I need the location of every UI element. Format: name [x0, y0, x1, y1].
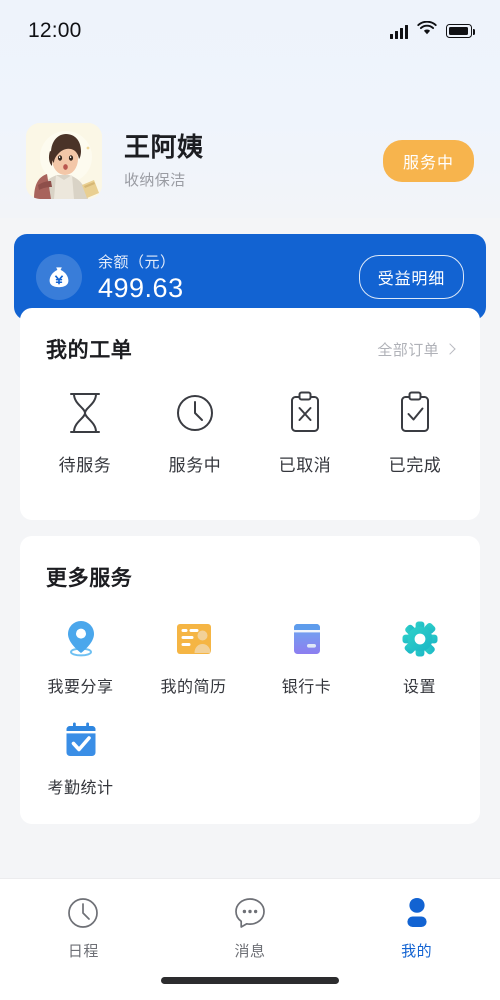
all-orders-link[interactable]: 全部订单	[377, 339, 456, 360]
service-label: 设置	[402, 679, 436, 696]
service-item-attendance[interactable]: 考勤统计	[24, 719, 137, 798]
service-item-share[interactable]: 我要分享	[24, 618, 137, 697]
balance-text: 余额（元） 499.63	[98, 251, 359, 304]
home-indicator	[161, 977, 339, 984]
calendar-check-icon	[60, 719, 102, 761]
orders-card: 我的工单 全部订单 待服务 服务中 已取消 已完成	[20, 308, 480, 520]
clipboard-check-icon	[401, 391, 429, 432]
orders-card-header: 我的工单 全部订单	[20, 308, 480, 364]
tab-schedule[interactable]: 日程	[0, 895, 167, 961]
profile-subtitle: 收纳保洁	[124, 171, 186, 189]
clock-icon	[68, 898, 99, 928]
tab-label: 消息	[234, 943, 266, 960]
bottom-tab-bar: 日程 消息 我的	[0, 878, 500, 1000]
service-label: 银行卡	[281, 679, 332, 696]
all-orders-label: 全部订单	[377, 341, 439, 359]
order-status-cancelled[interactable]: 已取消	[250, 390, 360, 476]
service-label: 考勤统计	[47, 780, 114, 797]
status-badge[interactable]: 服务中	[382, 140, 474, 182]
cellular-signal-icon	[390, 24, 408, 39]
id-card-icon	[173, 618, 215, 660]
tab-mine[interactable]: 我的	[333, 895, 500, 961]
order-status-row: 待服务 服务中 已取消 已完成	[20, 364, 480, 476]
service-item-settings[interactable]: 设置	[363, 618, 476, 697]
services-card-title: 更多服务	[46, 567, 133, 590]
service-item-bank-card[interactable]: 银行卡	[250, 618, 363, 697]
balance-amount: 499.63	[98, 272, 184, 303]
chevron-right-icon	[444, 342, 456, 355]
orders-card-title: 我的工单	[46, 339, 133, 362]
gear-icon	[399, 618, 441, 660]
services-card-header: 更多服务	[20, 536, 480, 592]
clipboard-x-icon	[291, 391, 319, 432]
tab-label: 日程	[67, 943, 99, 960]
earnings-detail-button[interactable]: 受益明细	[358, 255, 464, 299]
service-label: 我的简历	[160, 679, 227, 696]
money-bag-icon	[36, 254, 82, 300]
services-card: 更多服务 我要分享 我的简历 银行卡 设置 考勤统计	[20, 536, 480, 824]
chat-bubble-icon	[235, 898, 265, 928]
tab-label: 我的	[401, 943, 433, 960]
order-status-label: 待服务	[58, 456, 112, 475]
status-bar: 12:00	[0, 0, 500, 62]
order-status-completed[interactable]: 已完成	[360, 390, 470, 476]
service-label: 我要分享	[47, 679, 114, 696]
status-bar-icons	[390, 20, 476, 41]
order-status-label: 已取消	[278, 456, 332, 475]
order-status-pending[interactable]: 待服务	[30, 390, 140, 476]
profile-header[interactable]: 王阿姨 收纳保洁 服务中	[0, 118, 500, 204]
status-bar-time: 12:00	[28, 19, 82, 42]
clock-icon	[177, 395, 213, 431]
profile-text: 王阿姨 收纳保洁	[124, 132, 383, 190]
order-status-label: 已完成	[388, 456, 442, 475]
tab-messages[interactable]: 消息	[167, 895, 334, 961]
battery-icon	[446, 24, 476, 38]
service-item-resume[interactable]: 我的简历	[137, 618, 250, 697]
services-grid: 我要分享 我的简历 银行卡 设置 考勤统计	[20, 592, 480, 820]
wifi-icon	[417, 20, 437, 41]
bank-card-icon	[286, 618, 328, 660]
person-icon	[407, 898, 427, 927]
order-status-label: 服务中	[168, 456, 222, 475]
balance-label: 余额（元）	[98, 253, 176, 271]
location-pin-icon	[60, 618, 102, 660]
avatar[interactable]	[26, 123, 102, 199]
page-title: 王阿姨	[124, 132, 204, 163]
order-status-in-service[interactable]: 服务中	[140, 390, 250, 476]
hourglass-icon	[70, 393, 100, 433]
user-avatar-illustration	[26, 123, 102, 199]
